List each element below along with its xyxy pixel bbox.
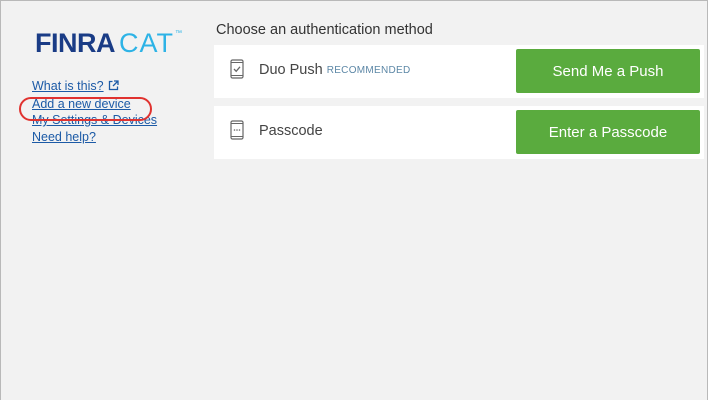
what-is-this-label: What is this?: [32, 79, 104, 93]
logo-trademark: ™: [175, 30, 182, 37]
need-help-link[interactable]: Need help?: [32, 129, 157, 146]
duo-push-label: Duo Push RECOMMENDED: [259, 62, 411, 78]
recommended-badge: RECOMMENDED: [326, 65, 411, 76]
method-row-duo-push: Duo Push RECOMMENDED Send Me a Push: [214, 45, 704, 98]
what-is-this-link[interactable]: What is this?: [32, 78, 157, 96]
add-new-device-link[interactable]: Add a new device: [32, 96, 157, 113]
page-title: Choose an authentication method: [216, 22, 433, 38]
external-link-icon: [108, 79, 119, 96]
phone-keypad-icon: [230, 120, 244, 140]
duo-push-text: Duo Push: [259, 62, 323, 78]
logo-primary: FINRA: [35, 28, 116, 58]
send-push-button[interactable]: Send Me a Push: [516, 49, 700, 93]
logo-secondary: CAT: [119, 28, 174, 58]
enter-passcode-button[interactable]: Enter a Passcode: [516, 110, 700, 154]
passcode-label: Passcode: [259, 123, 323, 139]
my-settings-devices-link[interactable]: My Settings & Devices: [32, 112, 157, 129]
finra-cat-logo: FINRA CAT ™: [35, 29, 182, 61]
phone-check-icon: [230, 59, 244, 79]
sidebar-links: What is this? Add a new device My Settin…: [32, 78, 157, 145]
method-row-passcode: Passcode Enter a Passcode: [214, 106, 704, 159]
auth-frame: FINRA CAT ™ What is this? Add a new devi…: [0, 0, 708, 400]
sidebar: FINRA CAT ™ What is this? Add a new devi…: [1, 1, 201, 400]
